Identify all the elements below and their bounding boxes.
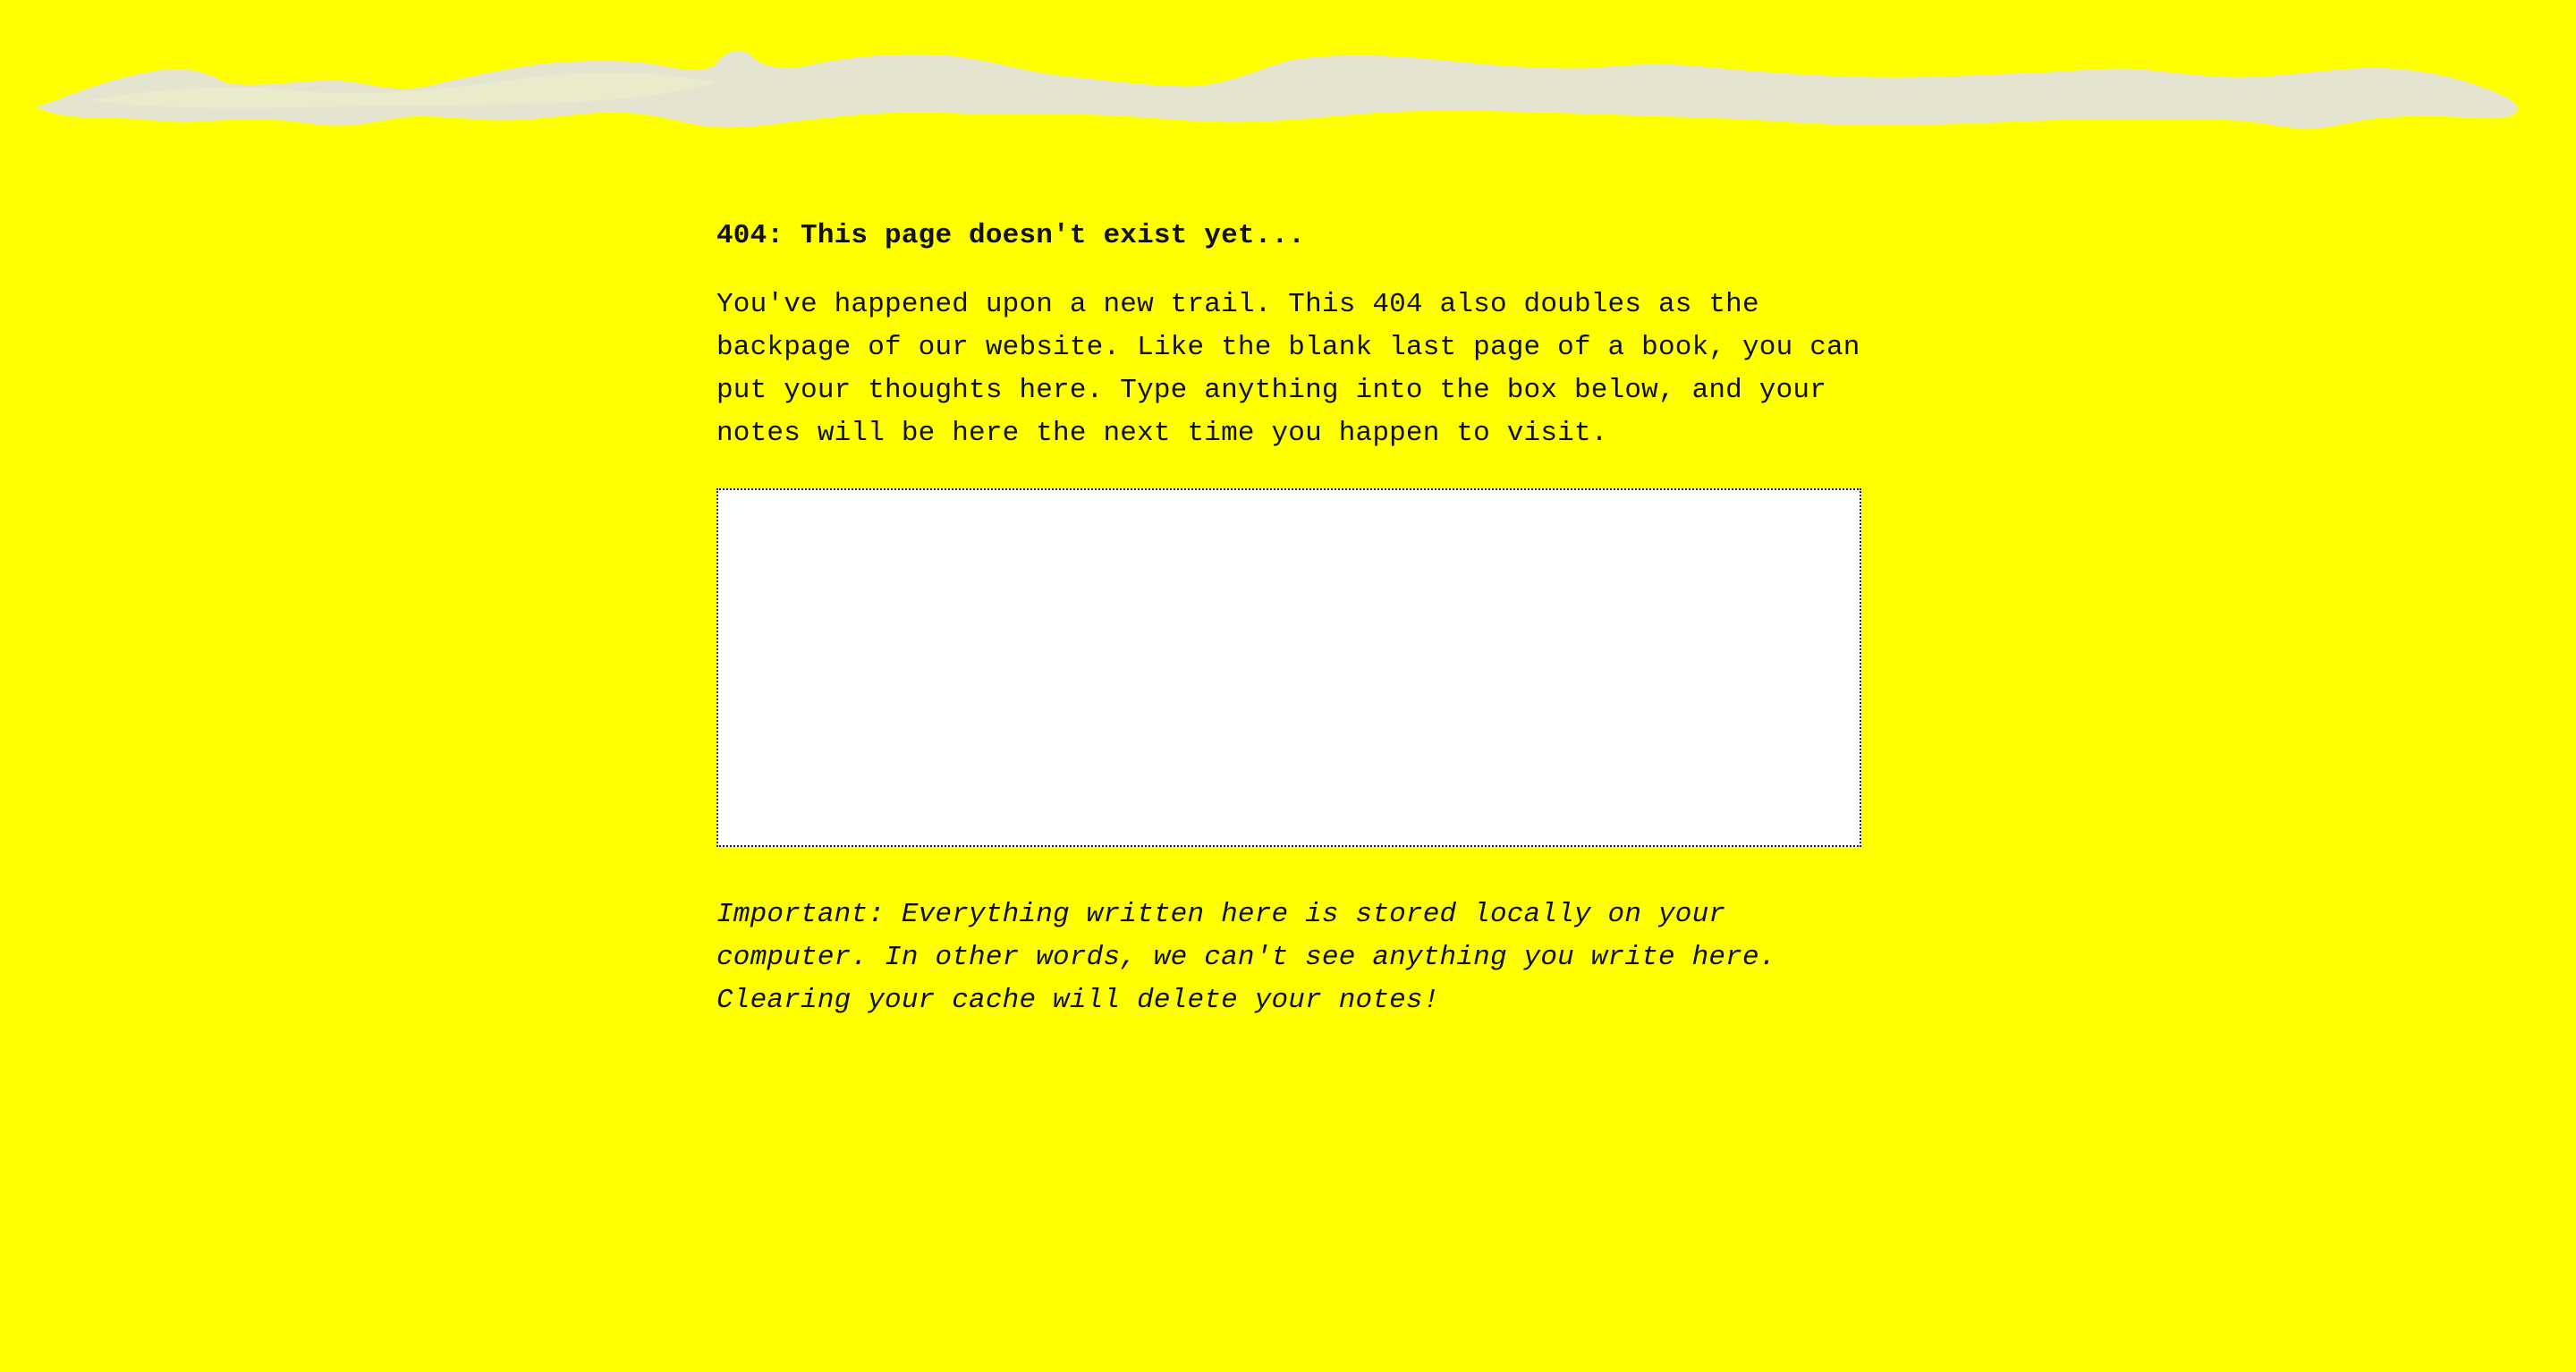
brush-stroke-shape bbox=[36, 50, 2518, 130]
page-title: 404: This page doesn't exist yet... bbox=[716, 220, 1306, 251]
storage-notice: Important: Everything written here is st… bbox=[716, 899, 1776, 1016]
intro-text: You've happened upon a new trail. This 4… bbox=[716, 289, 1860, 449]
main-content: 404: This page doesn't exist yet... You'… bbox=[716, 215, 1861, 1022]
header-brush-stroke bbox=[36, 50, 2518, 130]
notes-textarea[interactable] bbox=[716, 488, 1861, 847]
